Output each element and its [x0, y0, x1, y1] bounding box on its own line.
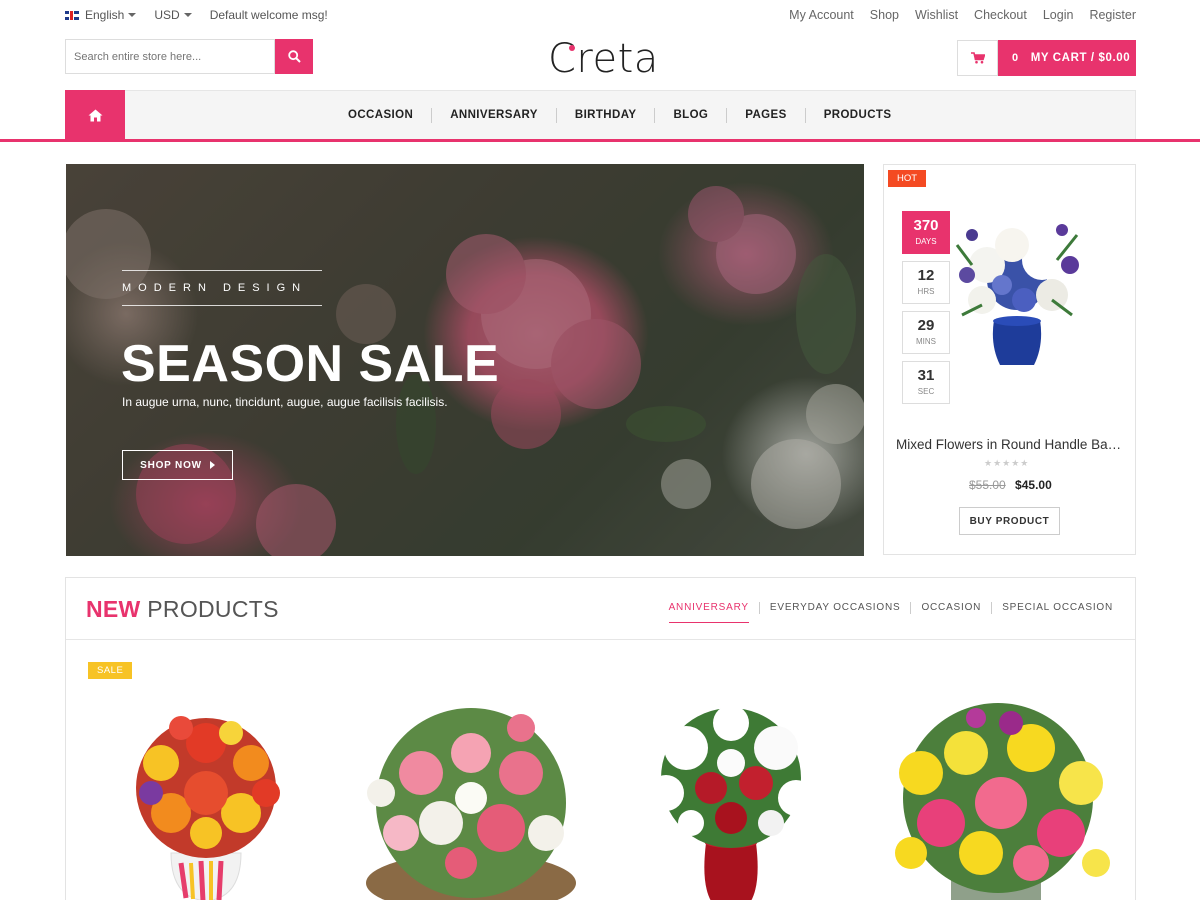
sale-badge: SALE [88, 662, 133, 679]
product-image[interactable] [351, 703, 591, 900]
hot-deal-panel: HOT 370 DAYS 12 HRS 29 MINS 31 SEC Mixed… [883, 164, 1136, 555]
search-button[interactable] [275, 39, 313, 74]
countdown-unit: SEC [917, 387, 935, 396]
currency-label: USD [154, 8, 180, 22]
nav-item-anniversary[interactable]: ANNIVERSARY [432, 108, 557, 123]
product-image[interactable] [881, 703, 1116, 900]
hero-banner: MODERN DESIGN SEASON SALE In augue urna,… [66, 164, 864, 556]
cart-count: 0 [1012, 52, 1019, 64]
new-products-header: NEW PRODUCTS ANNIVERSARY EVERYDAY OCCASI… [66, 578, 1135, 640]
main-nav: OCCASION ANNIVERSARY BIRTHDAY BLOG PAGES… [65, 90, 1136, 140]
search-icon [287, 50, 301, 63]
hero-subtitle: MODERN DESIGN [122, 270, 322, 306]
new-products-section: NEW PRODUCTS ANNIVERSARY EVERYDAY OCCASI… [65, 577, 1136, 900]
link-login[interactable]: Login [1043, 8, 1074, 22]
arrow-right-icon [209, 461, 215, 469]
link-register[interactable]: Register [1089, 8, 1136, 22]
nav-item-occasion[interactable]: OCCASION [330, 108, 433, 123]
cart-widget: 0 MY CART / $0.00 [957, 40, 1136, 76]
special-price: $45.00 [1015, 478, 1052, 492]
home-button[interactable] [65, 90, 125, 140]
currency-selector[interactable]: USD [154, 8, 192, 22]
cart-icon-button[interactable] [957, 40, 998, 76]
account-links: My Account Shop Wishlist Checkout Login … [789, 8, 1136, 22]
product-image[interactable] [111, 703, 301, 900]
tab-special-occasion[interactable]: SPECIAL OCCASION [992, 602, 1113, 614]
welcome-message: Default welcome msg! [209, 8, 328, 22]
chevron-down-icon [183, 13, 192, 17]
section-title: NEW PRODUCTS [86, 596, 279, 623]
link-my-account[interactable]: My Account [789, 8, 854, 22]
language-label: English [85, 8, 125, 22]
hot-badge: HOT [888, 170, 927, 187]
link-checkout[interactable]: Checkout [974, 8, 1027, 22]
shop-now-label: SHOP NOW [140, 459, 202, 471]
hot-product-image[interactable] [942, 205, 1092, 375]
nav-menu: OCCASION ANNIVERSARY BIRTHDAY BLOG PAGES… [330, 108, 909, 123]
search-bar [65, 39, 313, 74]
nav-item-products[interactable]: PRODUCTS [806, 108, 910, 123]
tab-anniversary[interactable]: ANNIVERSARY [668, 602, 760, 623]
logo-dot [569, 45, 575, 51]
hot-product-price: $55.00 $45.00 [969, 478, 1052, 492]
buy-product-button[interactable]: BUY PRODUCT [959, 507, 1060, 535]
search-input[interactable] [65, 39, 275, 74]
link-shop[interactable]: Shop [870, 8, 899, 22]
chevron-down-icon [128, 13, 137, 17]
site-logo[interactable]: Creta [548, 36, 659, 82]
rating-stars: ★★★★★ [984, 458, 1030, 468]
top-bar-left: English USD Default welcome msg! [65, 8, 328, 22]
flag-uk-icon [65, 10, 79, 20]
title-rest: PRODUCTS [147, 596, 279, 622]
hero-text: In augue urna, nunc, tincidunt, augue, a… [122, 395, 448, 409]
tab-occasion[interactable]: OCCASION [911, 602, 993, 614]
product-image[interactable] [636, 703, 826, 900]
top-bar: English USD Default welcome msg! My Acco… [0, 0, 1200, 30]
shop-now-button[interactable]: SHOP NOW [122, 450, 233, 480]
nav-item-birthday[interactable]: BIRTHDAY [557, 108, 656, 123]
cart-label: MY CART / $0.00 [1030, 52, 1131, 64]
hero-title: SEASON SALE [121, 335, 500, 393]
nav-item-pages[interactable]: PAGES [727, 108, 806, 123]
my-cart-button[interactable]: 0 MY CART / $0.00 [998, 40, 1136, 76]
nav-divider [0, 139, 1200, 142]
old-price: $55.00 [969, 478, 1006, 492]
nav-item-blog[interactable]: BLOG [655, 108, 728, 123]
category-tabs: ANNIVERSARY EVERYDAY OCCASIONS OCCASION … [668, 602, 1113, 623]
title-highlight: NEW [86, 596, 141, 622]
tab-everyday-occasions[interactable]: EVERYDAY OCCASIONS [760, 602, 912, 614]
home-icon [88, 109, 102, 121]
link-wishlist[interactable]: Wishlist [915, 8, 958, 22]
hot-product-name[interactable]: Mixed Flowers in Round Handle Bas... [896, 437, 1122, 452]
language-selector[interactable]: English [65, 8, 137, 22]
cart-icon [970, 52, 985, 64]
